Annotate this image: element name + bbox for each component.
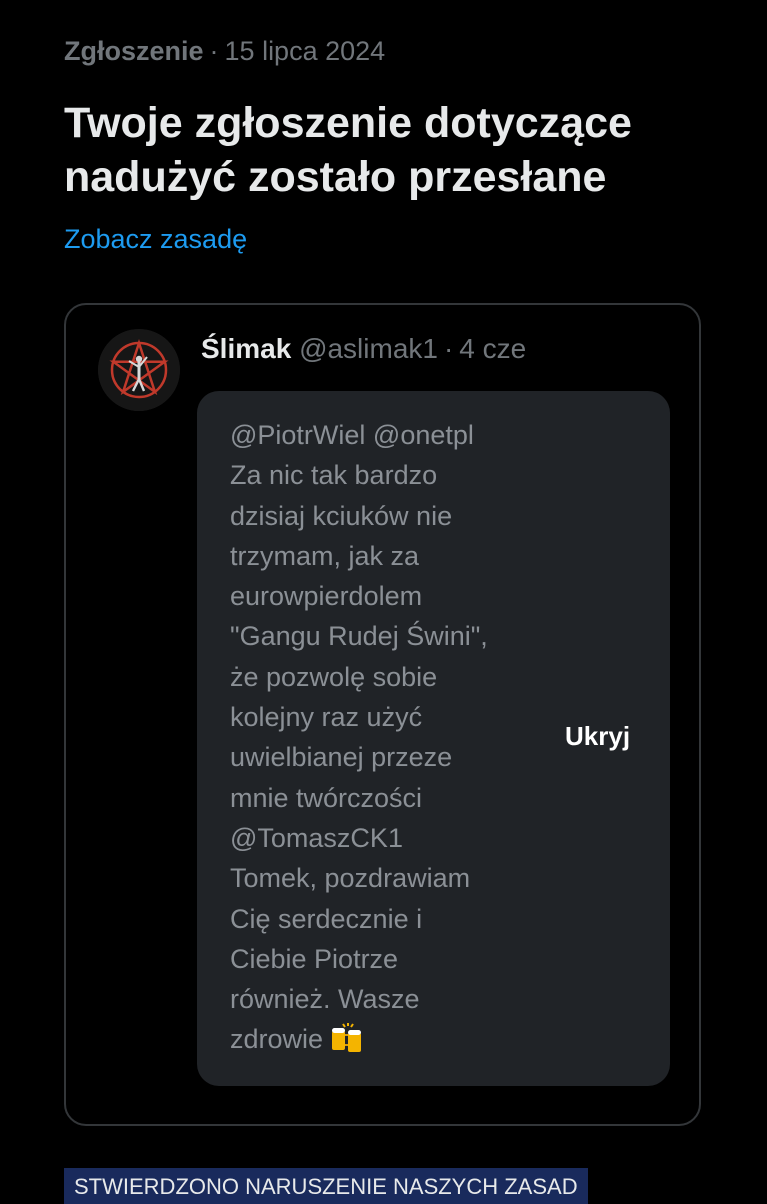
pentagram-avatar-icon[interactable] [98,329,180,411]
post-text: @PiotrWiel @onetpl Za nic tak bardzo dzi… [230,420,488,1055]
report-title: Twoje zgłoszenie dotyczące nadużyć zosta… [64,99,632,201]
post-text-block: @PiotrWiel @onetpl Za nic tak bardzo dzi… [230,415,530,1066]
clinking-beer-mugs-icon [329,1022,365,1065]
post-author-line: Ślimak @aslimak1 · 4 cze [201,333,526,365]
avatar-image [98,329,180,411]
report-kind: Zgłoszenie [64,36,204,66]
author-handle[interactable]: @aslimak1 [299,333,438,364]
author-name[interactable]: Ślimak [201,333,291,364]
hidden-post-content: @PiotrWiel @onetpl Za nic tak bardzo dzi… [197,391,670,1086]
post-time: 4 cze [459,333,527,364]
report-date: 15 lipca 2024 [224,36,386,66]
hide-button[interactable]: Ukryj [565,721,630,752]
view-policy-link[interactable]: Zobacz zasadę [64,224,247,255]
author-separator: · [443,333,454,364]
report-meta: Zgłoszenie · 15 lipca 2024 [64,36,385,67]
reported-post-card[interactable]: Ślimak @aslimak1 · 4 cze @PiotrWiel @onetp… [64,303,701,1126]
status-badge: STWIERDZONO NARUSZENIE NASZYCH ZASAD [64,1168,588,1204]
meta-separator: · [209,36,219,66]
